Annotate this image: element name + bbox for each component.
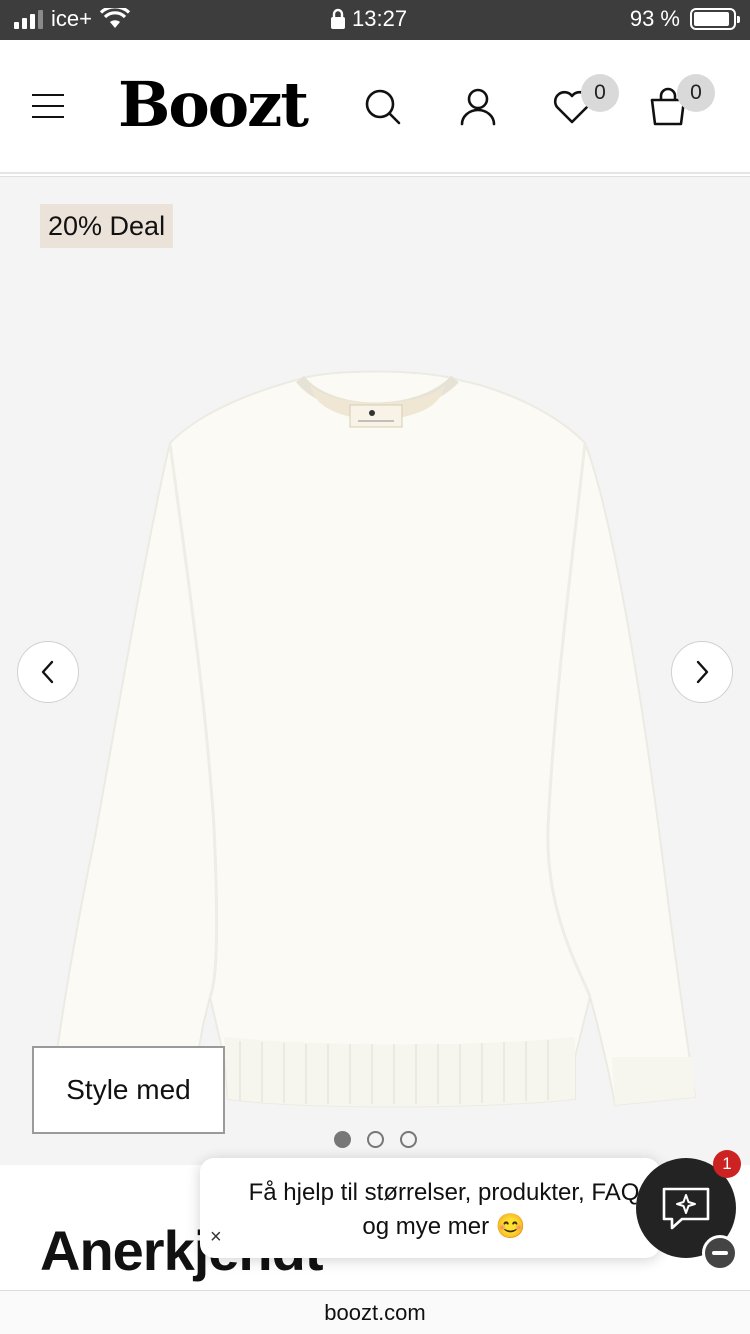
chat-sparkle-icon bbox=[662, 1187, 710, 1230]
battery-percent: 93 % bbox=[629, 6, 680, 31]
status-right: 93 % bbox=[629, 6, 740, 32]
gallery-dot-3[interactable] bbox=[400, 1131, 417, 1148]
gallery-prev-button[interactable] bbox=[17, 641, 79, 703]
chat-unread-badge: 1 bbox=[713, 1150, 741, 1178]
deal-tag: 20% Deal bbox=[40, 204, 174, 248]
boozt-logo[interactable]: Boozt bbox=[118, 68, 309, 141]
search-icon[interactable] bbox=[360, 84, 404, 128]
chat-minimize-button[interactable] bbox=[702, 1235, 738, 1271]
chat-prompt-bubble[interactable]: × Få hjelp til størrelser, produkter, FA… bbox=[200, 1158, 660, 1258]
style-with-button[interactable]: Style med bbox=[32, 1046, 225, 1134]
chevron-right-icon bbox=[696, 660, 709, 684]
chevron-left-icon bbox=[41, 660, 54, 684]
signal-icon bbox=[14, 9, 43, 29]
gallery-dot-2[interactable] bbox=[367, 1131, 384, 1148]
wishlist-count-badge: 0 bbox=[581, 74, 619, 112]
gallery-dot-1[interactable] bbox=[334, 1131, 351, 1148]
cart-count-badge: 0 bbox=[677, 74, 715, 112]
browser-url-bar[interactable]: boozt.com bbox=[0, 1290, 750, 1334]
carrier-label: ice+ bbox=[51, 6, 92, 31]
product-gallery[interactable]: 20% Deal Style med bbox=[0, 177, 750, 1165]
gallery-next-button[interactable] bbox=[671, 641, 733, 703]
chat-prompt-text: Få hjelp til størrelser, produkter, FAQ … bbox=[248, 1179, 640, 1240]
hamburger-menu-icon[interactable] bbox=[32, 94, 64, 118]
lock-icon bbox=[331, 8, 345, 29]
battery-icon bbox=[690, 8, 740, 30]
product-image-sweater[interactable] bbox=[0, 357, 750, 1137]
status-center: 13:27 bbox=[330, 6, 407, 32]
status-left: ice+ bbox=[14, 6, 130, 32]
chat-close-button[interactable]: × bbox=[210, 1226, 222, 1249]
wifi-icon bbox=[99, 8, 130, 28]
clock: 13:27 bbox=[352, 6, 408, 31]
status-bar: ice+ 13:27 93 % bbox=[0, 0, 750, 40]
site-header: Boozt 0 0 bbox=[0, 40, 750, 174]
account-icon[interactable] bbox=[456, 84, 500, 128]
gallery-pagination bbox=[334, 1131, 417, 1148]
